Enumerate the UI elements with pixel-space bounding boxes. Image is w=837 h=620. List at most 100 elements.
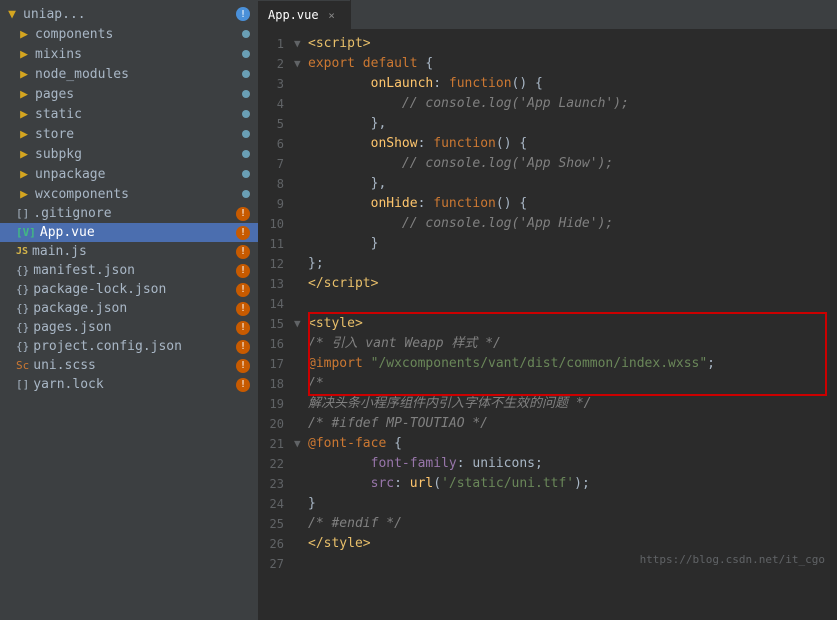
sidebar-root[interactable]: ▼ uniap... ! <box>0 4 258 24</box>
folder-icon: ▶ <box>16 66 32 82</box>
line-content: onShow: function() { <box>308 134 837 154</box>
sidebar-item-store[interactable]: ▶store <box>0 124 258 144</box>
line-content: // console.log('App Show'); <box>308 154 837 174</box>
token-plain: ; <box>707 356 715 371</box>
fold-icon[interactable]: ▼ <box>294 434 308 454</box>
sidebar-label: .gitignore <box>33 206 236 221</box>
code-line-15: 15▼<style> <box>258 314 837 334</box>
sidebar-item-node_modules[interactable]: ▶node_modules <box>0 64 258 84</box>
token-fn: url <box>410 476 433 491</box>
tab-label: App.vue <box>268 8 319 22</box>
badge-dot <box>242 130 250 138</box>
token-plain: ; <box>535 456 543 471</box>
line-number: 20 <box>258 414 294 434</box>
token-plain <box>308 156 402 171</box>
scss-file-icon: Sc <box>16 359 29 372</box>
line-content: onLaunch: function() { <box>308 74 837 94</box>
sidebar-label: unpackage <box>35 167 242 182</box>
token-plain: } <box>308 236 378 251</box>
line-content: /* #endif */ <box>308 514 837 534</box>
line-number: 12 <box>258 254 294 274</box>
code-line-21: 21▼@font-face { <box>258 434 837 454</box>
token-plain <box>308 456 371 471</box>
code-lines: 1▼<script>2▼export default {3 onLaunch: … <box>258 34 837 574</box>
sidebar-item-app_vue[interactable]: [V]App.vue! <box>0 223 258 242</box>
token-plain: } <box>308 496 316 511</box>
token-plain <box>355 56 363 71</box>
sidebar-item-package_json[interactable]: {}package.json! <box>0 299 258 318</box>
sidebar-item-gitignore[interactable]: [].gitignore! <box>0 204 258 223</box>
sidebar-label: uni.scss <box>33 358 236 373</box>
watermark: https://blog.csdn.net/it_cgo <box>640 553 825 566</box>
sidebar-item-subpkg[interactable]: ▶subpkg <box>0 144 258 164</box>
sidebar-item-pages_json[interactable]: {}pages.json! <box>0 318 258 337</box>
token-tag-bracket: </ <box>308 536 324 551</box>
line-content: /* 引入 vant Weapp 样式 */ <box>308 334 837 354</box>
code-line-1: 1▼<script> <box>258 34 837 54</box>
line-content: <style> <box>308 314 837 334</box>
line-number: 4 <box>258 94 294 114</box>
sidebar-item-yarn_lock[interactable]: []yarn.lock! <box>0 375 258 394</box>
line-number: 24 <box>258 494 294 514</box>
code-line-17: 17 @import "/wxcomponents/vant/dist/comm… <box>258 354 837 374</box>
sidebar-label: project.config.json <box>33 339 236 354</box>
line-number: 9 <box>258 194 294 214</box>
token-plain: () { <box>512 76 543 91</box>
tab-app_vue[interactable]: App.vue × <box>258 1 351 29</box>
token-plain: ); <box>574 476 590 491</box>
fold-icon[interactable]: ▼ <box>294 54 308 74</box>
tab-close-button[interactable]: × <box>325 8 339 22</box>
sidebar-item-manifest_json[interactable]: {}manifest.json! <box>0 261 258 280</box>
sidebar-item-components[interactable]: ▶components <box>0 24 258 44</box>
token-fn: onHide <box>371 196 418 211</box>
sidebar: ▼ uniap... ! ▶components▶mixins▶node_mod… <box>0 0 258 620</box>
sidebar-item-mixins[interactable]: ▶mixins <box>0 44 258 64</box>
sidebar-label: wxcomponents <box>35 187 242 202</box>
sidebar-label: yarn.lock <box>33 377 236 392</box>
code-line-20: 20 /* #ifdef MP-TOUTIAO */ <box>258 414 837 434</box>
line-number: 14 <box>258 294 294 314</box>
sidebar-item-main_js[interactable]: JSmain.js! <box>0 242 258 261</box>
json-file-icon: {} <box>16 264 29 277</box>
token-tag-bracket: > <box>371 276 379 291</box>
badge-dot <box>242 190 250 198</box>
token-plain: }; <box>308 256 324 271</box>
sidebar-item-pages[interactable]: ▶pages <box>0 84 258 104</box>
token-plain <box>363 356 371 371</box>
token-kw: export <box>308 56 355 71</box>
code-container[interactable]: 1▼<script>2▼export default {3 onLaunch: … <box>258 30 837 620</box>
token-plain: { <box>418 56 434 71</box>
token-str: "/wxcomponents/vant/dist/common/index.wx… <box>371 356 708 371</box>
token-plain <box>308 76 371 91</box>
sidebar-label: package-lock.json <box>33 282 236 297</box>
json-file-icon: {} <box>16 283 29 296</box>
line-content: /* #ifdef MP-TOUTIAO */ <box>308 414 837 434</box>
line-content: // console.log('App Launch'); <box>308 94 837 114</box>
sidebar-item-unpackage[interactable]: ▶unpackage <box>0 164 258 184</box>
sidebar-item-wxcomponents[interactable]: ▶wxcomponents <box>0 184 258 204</box>
token-plain: : <box>457 456 473 471</box>
fold-icon[interactable]: ▼ <box>294 34 308 54</box>
sidebar-label: package.json <box>33 301 236 316</box>
code-line-26: 26 </style> <box>258 534 837 554</box>
sidebar-item-project_config_json[interactable]: {}project.config.json! <box>0 337 258 356</box>
json-file-icon: {} <box>16 340 29 353</box>
line-number: 15 <box>258 314 294 334</box>
token-plain <box>308 136 371 151</box>
sidebar-item-package_lock_json[interactable]: {}package-lock.json! <box>0 280 258 299</box>
file-icon: [] <box>16 207 29 220</box>
line-content: } <box>308 494 837 514</box>
line-content <box>308 294 837 314</box>
sidebar-item-static[interactable]: ▶static <box>0 104 258 124</box>
token-comment: /* #endif */ <box>308 516 402 531</box>
line-content: @font-face { <box>308 434 837 454</box>
sidebar-label: subpkg <box>35 147 242 162</box>
code-line-23: 23 src: url('/static/uni.ttf'); <box>258 474 837 494</box>
token-comment: // console.log('App Show'); <box>402 156 613 171</box>
token-comment: // console.log('App Hide'); <box>402 216 613 231</box>
sidebar-item-uni_scss[interactable]: Scuni.scss! <box>0 356 258 375</box>
token-kw: function <box>449 76 512 91</box>
fold-icon[interactable]: ▼ <box>294 314 308 334</box>
code-line-12: 12 }; <box>258 254 837 274</box>
sidebar-label: static <box>35 107 242 122</box>
